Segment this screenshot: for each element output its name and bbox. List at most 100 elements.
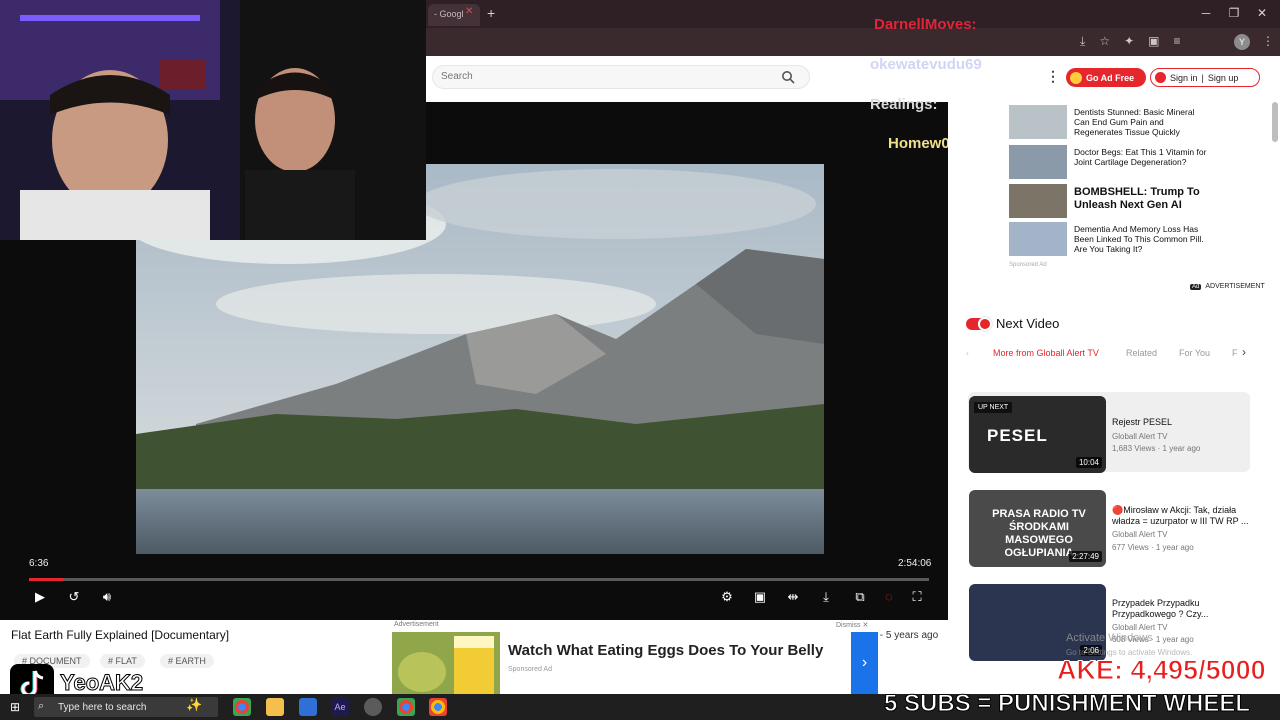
sponsored-item[interactable]: Dementia And Memory Loss Has Been Linked… [1009,222,1209,258]
tag-earth[interactable]: # EARTH [160,654,214,668]
ad-next-arrow-icon[interactable]: › [851,632,878,694]
ad-sponsor: Sponsored Ad [508,666,552,673]
chat-line-3: Realings: [870,96,938,113]
sponsored-text: Dentists Stunned: Basic Mineral Can End … [1074,107,1195,137]
browser-menu-icon[interactable]: ⋮ [1262,34,1274,48]
rec-channel[interactable]: Globall Alert TV [1112,432,1167,441]
install-icon[interactable]: ⤓ [1080,34,1085,52]
webcam-overlay [0,0,426,240]
rec-thumbnail: PRASA RADIO TV ŚRODKAMI MASOWEGO OGŁUPIA… [969,490,1106,567]
rec-thumb-text: PESEL [987,426,1048,445]
video-meta: s - 5 years ago [872,630,939,641]
extensions-icon[interactable]: ✦ [1124,34,1134,52]
rec-title: Rejestr PESEL [1112,417,1173,427]
sponsored-thumb [1009,145,1067,179]
time-current: 6:36 [29,558,49,569]
sponsored-text: BOMBSHELL: Trump To Unleash Next Gen AI [1074,186,1200,211]
activate-windows-title: Activate Windows [1066,632,1153,644]
up-next-badge: UP NEXT [974,402,1013,413]
profile-avatar[interactable]: Y [1234,34,1250,50]
after-effects-icon[interactable]: Ae [331,698,349,716]
new-tab-button[interactable]: + [487,5,495,21]
maximize-button[interactable]: ❐ [1224,6,1244,20]
fullscreen-icon[interactable]: ⛶ [908,588,926,606]
next-video-heading: Next Video [996,316,1060,331]
sponsored-item[interactable]: Doctor Begs: Eat This 1 Vitamin for Join… [1009,145,1209,181]
tab-more[interactable]: F [1232,348,1238,358]
search-icon[interactable] [781,70,795,84]
ad-headline[interactable]: Watch What Eating Eggs Does To Your Bell… [508,642,823,659]
auth-buttons: Sign in | Sign up [1150,68,1260,87]
tab-for-you[interactable]: For You [1179,348,1210,358]
close-icon: ✕ [862,622,869,629]
tab-close-icon[interactable]: ✕ [465,7,475,17]
sponsored-thumb [1009,222,1067,256]
sidebar-scrollbar[interactable] [1272,102,1278,142]
sidebar-panel-icon[interactable]: ▣ [1148,34,1159,52]
chat-line-1: DarnellMoves: [874,16,977,33]
volume-icon[interactable]: 🔊︎ [98,588,116,606]
sub-goal-counter: AKE: 4,495/5000 [1057,655,1267,686]
recommendation-item[interactable]: PRASA RADIO TV ŚRODKAMI MASOWEGO OGŁUPIA… [968,486,1250,567]
sign-in-link[interactable]: Sign in [1170,73,1198,83]
rec-channel[interactable]: Globall Alert TV [1112,530,1167,539]
autoplay-knob [978,317,992,331]
ad-badge: Ad [1190,283,1202,290]
coin-icon [1070,71,1082,84]
download-icon[interactable]: ⤓ [817,588,835,606]
progress-bar[interactable] [29,578,929,581]
browser-toolbar: ⤓ ☆ ✦ ▣ ≡ [1080,34,1181,52]
advertisement-label: Ad ADVERTISEMENT [1190,283,1265,290]
chrome-icon[interactable] [233,698,251,716]
ad-dismiss-button[interactable]: Dismiss ✕ [836,621,868,629]
file-explorer-icon[interactable] [266,698,284,716]
sponsored-thumb [1009,184,1067,218]
rec-title: Przypadek Przypadku Przypadkowego ? Czy.… [1112,598,1209,619]
ad-dismiss-label: Dismiss [836,622,861,629]
chat-username: DarnellMoves: [874,16,977,33]
sponsored-item[interactable]: BOMBSHELL: Trump To Unleash Next Gen AI [1009,184,1209,220]
sponsored-item[interactable]: Dentists Stunned: Basic Mineral Can End … [1009,105,1209,141]
tabs-prev-icon[interactable]: ‹ [966,348,969,358]
player-controls: ▶ ↺ 🔊︎ ⚙ ▣ ⇹ ⤓ ⧉ ◌ ⛶ [0,584,948,612]
windows-start-icon[interactable]: ⊞ [10,700,20,714]
obs-icon[interactable] [364,698,382,716]
rewind-10-icon[interactable]: ↺ [65,588,83,606]
record-icon[interactable]: ◌ [880,588,898,606]
search-highlight-icon: ✨ [186,697,203,712]
punishment-banner: 5 SUBS = PUNISHMENT WHEEL [883,690,1251,718]
rec-thumbnail: PESEL UP NEXT 10:04 [969,396,1106,473]
theater-mode-icon[interactable]: ⇹ [784,588,802,606]
go-ad-free-button[interactable]: Go Ad Free [1066,68,1146,87]
search-input[interactable] [441,71,741,82]
reading-list-icon[interactable]: ≡ [1173,34,1180,52]
sign-up-link[interactable]: Sign up [1208,73,1239,83]
bookmark-star-icon[interactable]: ☆ [1099,34,1110,52]
sponsored-label: Sponsored Ad [1009,262,1047,268]
rec-channel[interactable]: Globall Alert TV [1112,623,1167,632]
cast-icon[interactable]: ⧉ [851,588,869,606]
tab-more-from-channel[interactable]: More from Globall Alert TV [993,348,1099,358]
rec-views: 677 Views · 1 year ago [1112,543,1194,552]
ad-image[interactable] [392,632,500,694]
close-window-button[interactable]: ✕ [1252,6,1272,20]
advertisement-text: ADVERTISEMENT [1205,283,1265,290]
play-icon[interactable]: ▶ [31,588,49,606]
user-icon [1155,72,1166,83]
tabs-next-icon[interactable]: › [1242,345,1246,359]
rec-title: 🔴Mirosław w Akcji: Tak, działa władza = … [1112,505,1249,526]
chrome-profile-icon[interactable] [429,698,447,716]
rec-duration: 2:27:49 [1069,551,1102,562]
more-options-icon[interactable]: ⋮ [1046,68,1060,85]
store-icon[interactable] [299,698,317,716]
chrome-active-icon[interactable] [397,698,415,716]
miniplayer-icon[interactable]: ▣ [751,588,769,606]
tab-related[interactable]: Related [1126,348,1157,358]
tab-strip [426,0,1280,28]
ad-label: Advertisement [394,621,439,628]
settings-gear-icon[interactable]: ⚙ [718,588,736,606]
minimize-button[interactable]: ─ [1196,6,1216,20]
sponsored-text: Dementia And Memory Loss Has Been Linked… [1074,224,1204,254]
recommendation-item[interactable]: PESEL UP NEXT 10:04 Rejestr PESEL Global… [968,392,1250,473]
auth-separator: | [1201,72,1204,83]
